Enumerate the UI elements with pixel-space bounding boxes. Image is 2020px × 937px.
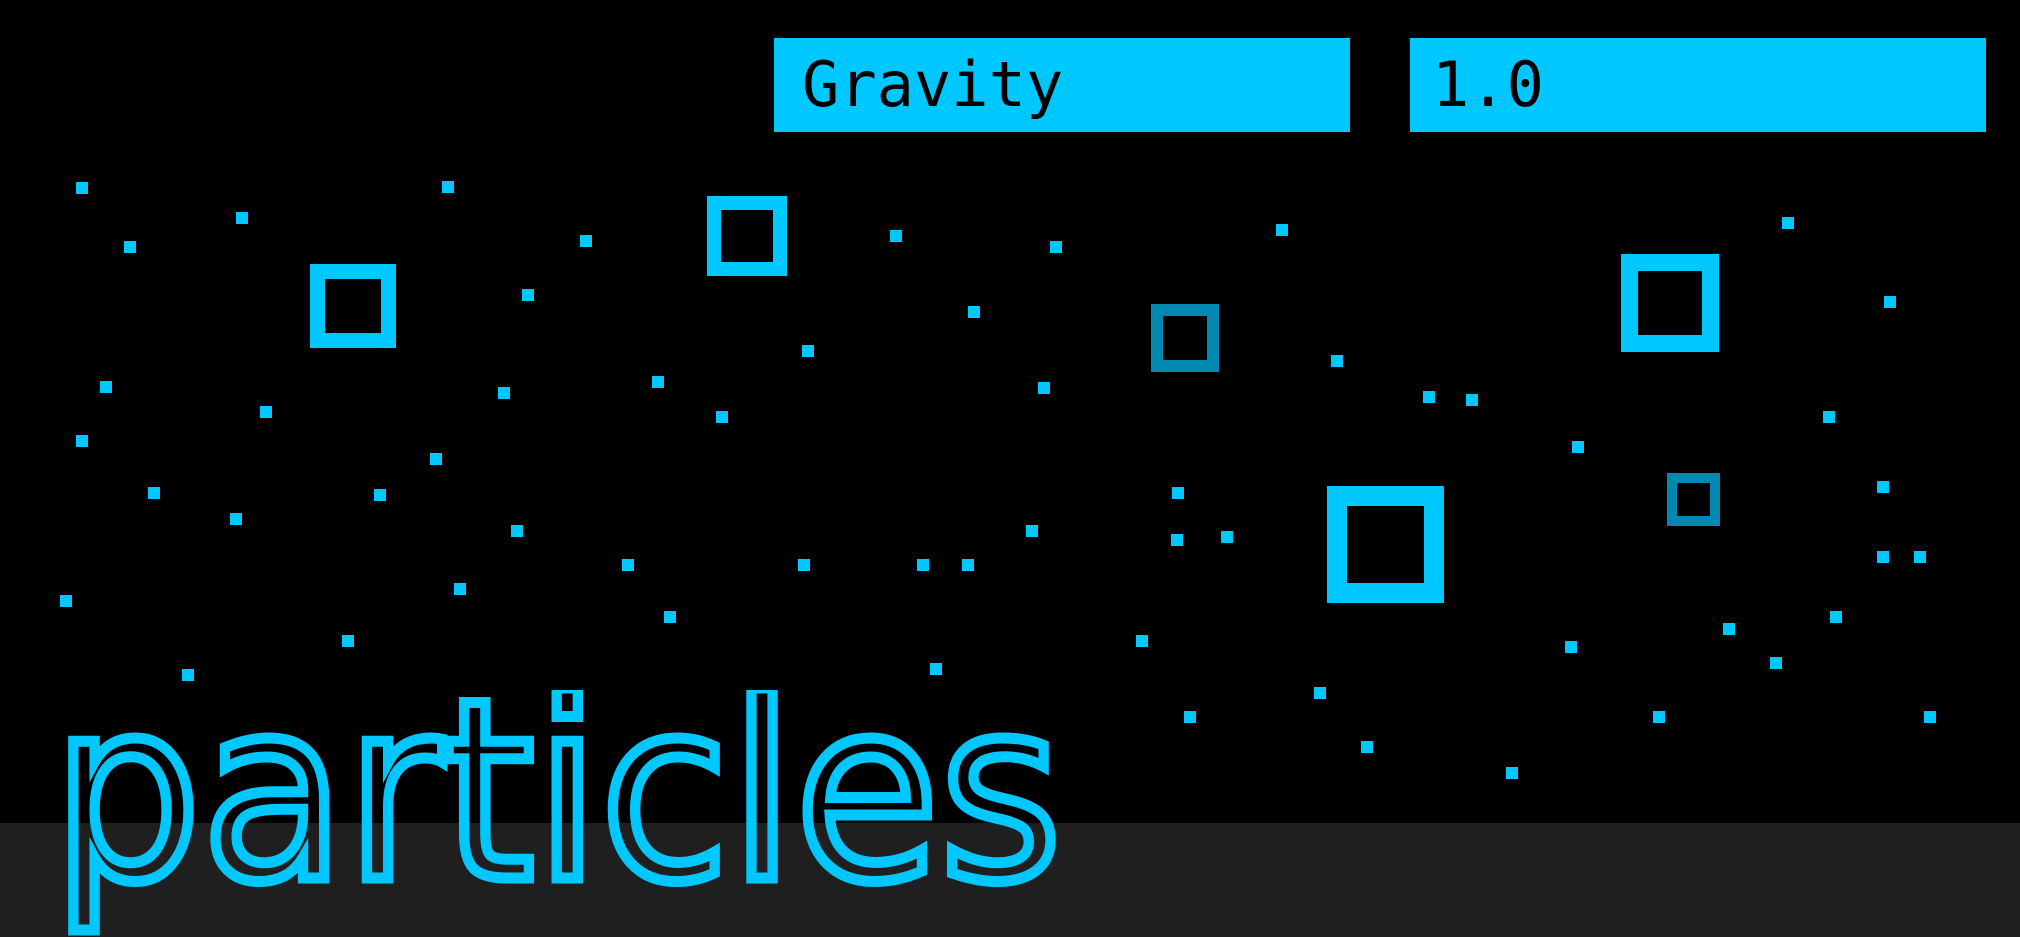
particle-dot xyxy=(100,381,112,393)
particle-dot xyxy=(76,182,88,194)
particle-dot xyxy=(442,181,454,193)
particle-dot xyxy=(1572,441,1584,453)
particle-dot xyxy=(1172,487,1184,499)
particle-dot xyxy=(1184,711,1196,723)
particle-dot xyxy=(124,241,136,253)
particle-dot xyxy=(1314,687,1326,699)
particle-dot xyxy=(430,453,442,465)
particle-dot xyxy=(968,306,980,318)
particle-dot xyxy=(1361,741,1373,753)
particle-dot xyxy=(930,663,942,675)
logo-text: particles xyxy=(52,690,1062,937)
game-canvas[interactable]: Gravity 1.0 particles xyxy=(0,0,2020,937)
particle-dot xyxy=(236,212,248,224)
particle-dot xyxy=(1136,635,1148,647)
particle-dot xyxy=(182,669,194,681)
particle-dot xyxy=(60,595,72,607)
particle-dot xyxy=(622,559,634,571)
particle-dot xyxy=(1423,391,1435,403)
particle-dot xyxy=(1171,534,1183,546)
particle-dot xyxy=(652,376,664,388)
particle-dot xyxy=(716,411,728,423)
particle-dot xyxy=(1466,394,1478,406)
particle-dot xyxy=(1026,525,1038,537)
particle-dot xyxy=(522,289,534,301)
particles-logo: particles xyxy=(52,690,1068,937)
particle-dot xyxy=(1050,241,1062,253)
particle-dot xyxy=(890,230,902,242)
particle-dot xyxy=(148,487,160,499)
particle-dot xyxy=(1782,217,1794,229)
particle-dot xyxy=(798,559,810,571)
particle-dot xyxy=(230,513,242,525)
particle-dot xyxy=(511,525,523,537)
particle-dot xyxy=(1038,382,1050,394)
particle-dot xyxy=(1506,767,1518,779)
particle-dot xyxy=(664,611,676,623)
particle-square xyxy=(310,264,396,348)
particle-dot xyxy=(1924,711,1936,723)
particle-square xyxy=(707,196,787,276)
particle-dot xyxy=(962,559,974,571)
large-particles xyxy=(310,196,1720,603)
particle-dot xyxy=(1877,481,1889,493)
particle-dot xyxy=(1823,411,1835,423)
particle-dot xyxy=(1653,711,1665,723)
particle-dot xyxy=(1770,657,1782,669)
particle-dot xyxy=(1331,355,1343,367)
particle-dot xyxy=(1877,551,1889,563)
particle-square xyxy=(1621,254,1719,352)
particle-dot xyxy=(1723,623,1735,635)
particle-dot xyxy=(1914,551,1926,563)
particle-dot xyxy=(580,235,592,247)
particle-dot xyxy=(342,635,354,647)
particle-square xyxy=(1667,473,1720,526)
particle-dot xyxy=(1830,611,1842,623)
particle-dot xyxy=(76,435,88,447)
particle-dot xyxy=(802,345,814,357)
particle-dot xyxy=(917,559,929,571)
particle-square xyxy=(1327,486,1444,603)
particle-dot xyxy=(1565,641,1577,653)
particle-dot xyxy=(498,387,510,399)
particle-dot xyxy=(1221,531,1233,543)
particle-square xyxy=(1151,304,1219,372)
particle-dot xyxy=(1884,296,1896,308)
particle-dot xyxy=(260,406,272,418)
particle-dot xyxy=(454,583,466,595)
particle-dot xyxy=(374,489,386,501)
particle-dot xyxy=(1276,224,1288,236)
